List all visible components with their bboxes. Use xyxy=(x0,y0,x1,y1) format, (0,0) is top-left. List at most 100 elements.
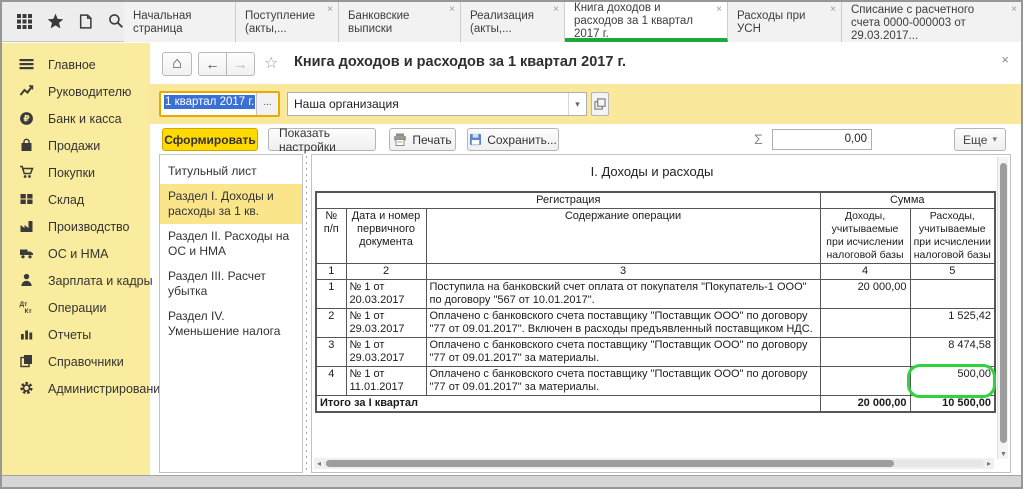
sidebar-item-operacii[interactable]: ДтКтОперации xyxy=(2,294,150,321)
cell-doc[interactable]: № 1 от 20.03.2017 xyxy=(346,280,426,309)
horizontal-scroll-thumb[interactable] xyxy=(326,460,894,467)
cell-doc[interactable]: № 1 от 29.03.2017 xyxy=(346,338,426,367)
tab-close-icon[interactable]: × xyxy=(449,5,455,15)
dtkt-icon: ДтКт xyxy=(19,300,35,315)
show-settings-button[interactable]: Показать настройки xyxy=(268,128,376,151)
sidebar-label: ОС и НМА xyxy=(48,247,108,261)
cell-content[interactable]: Поступила на банковский счет оплата от п… xyxy=(426,280,820,309)
table-row: 4 № 1 от 11.01.2017 Оплачено с банковско… xyxy=(316,367,995,396)
favorites-icon[interactable] xyxy=(47,13,64,30)
tab-close-icon[interactable]: × xyxy=(1011,5,1017,15)
col-header-content: Содержание операции xyxy=(426,209,820,264)
cell-income[interactable] xyxy=(820,309,910,338)
save-button[interactable]: Сохранить... xyxy=(467,128,559,151)
sidebar-item-otchety[interactable]: Отчеты xyxy=(2,321,150,348)
tab-close-icon[interactable]: × xyxy=(830,5,836,15)
sidebar-label: Справочники xyxy=(48,355,124,369)
cell-income[interactable] xyxy=(820,367,910,396)
scroll-left-icon[interactable]: ◂ xyxy=(314,459,324,468)
cell-num[interactable]: 1 xyxy=(316,280,346,309)
sidebar-item-prodazhi[interactable]: Продажи xyxy=(2,132,150,159)
vertical-scrollbar[interactable]: ▼ xyxy=(997,157,1008,459)
cell-income[interactable] xyxy=(820,338,910,367)
tab-bank-statements[interactable]: Банковские выписки× xyxy=(339,2,461,42)
more-button[interactable]: Еще▾ xyxy=(954,128,1006,151)
cell-content[interactable]: Оплачено с банковского счета поставщику … xyxy=(426,367,820,396)
tab-close-icon[interactable]: × xyxy=(553,5,559,15)
section-item-razdel-1[interactable]: Раздел I. Доходы и расходы за 1 кв. xyxy=(160,184,302,224)
cell-doc[interactable]: № 1 от 29.03.2017 xyxy=(346,309,426,338)
sidebar-item-os-nma[interactable]: ОС и НМА xyxy=(2,240,150,267)
income-expense-table: Регистрация Сумма № п/п Дата и номер пер… xyxy=(315,191,996,413)
cell-expense-highlighted[interactable]: 500,00 xyxy=(910,367,995,396)
generate-button[interactable]: Сформировать xyxy=(162,128,258,151)
search-icon[interactable] xyxy=(108,13,124,30)
history-icon[interactable] xyxy=(78,13,94,30)
organization-combo[interactable]: Наша организация ▾ xyxy=(287,92,587,116)
section-item-razdel-2[interactable]: Раздел II. Расходы на ОС и НМА xyxy=(160,224,302,264)
sidebar-item-glavnoe[interactable]: Главное xyxy=(2,51,150,78)
barchart-icon xyxy=(19,327,35,342)
horizontal-scroll-track[interactable] xyxy=(324,460,984,467)
vertical-scroll-thumb[interactable] xyxy=(1000,163,1007,443)
form-close-icon[interactable]: × xyxy=(1001,52,1009,67)
horizontal-scrollbar[interactable]: ◂ ▸ xyxy=(314,458,994,469)
tab-home-page[interactable]: Начальная страница xyxy=(124,2,236,42)
organization-open-button[interactable] xyxy=(591,92,609,116)
sidebar-item-administrirovanie[interactable]: Администрирование xyxy=(2,375,150,402)
tab-income-expense-book[interactable]: Книга доходов и расходов за 1 квартал 20… xyxy=(565,2,728,42)
tab-close-icon[interactable]: × xyxy=(327,5,333,15)
cell-doc[interactable]: № 1 от 11.01.2017 xyxy=(346,367,426,396)
panel-splitter[interactable] xyxy=(305,156,308,471)
totals-expense[interactable]: 10 500,00 xyxy=(910,396,995,413)
cell-num[interactable]: 3 xyxy=(316,338,346,367)
section-item-razdel-3[interactable]: Раздел III. Расчет убытка xyxy=(160,264,302,304)
totals-income[interactable]: 20 000,00 xyxy=(820,396,910,413)
tab-realizaciya[interactable]: Реализация (акты,... × xyxy=(461,2,565,42)
tab-postuplenie[interactable]: Поступление (акты,...× xyxy=(236,2,339,42)
tab-usn-expenses[interactable]: Расходы при УСН× xyxy=(728,2,842,42)
table-row: 3 № 1 от 29.03.2017 Оплачено с банковско… xyxy=(316,338,995,367)
cart-icon xyxy=(19,165,35,180)
print-button[interactable]: Печать xyxy=(389,128,456,151)
cell-content[interactable]: Оплачено с банковского счета поставщику … xyxy=(426,338,820,367)
sections-panel: Титульный лист Раздел I. Доходы и расход… xyxy=(159,154,303,473)
cell-num[interactable]: 2 xyxy=(316,309,346,338)
forward-button[interactable]: → xyxy=(226,52,255,76)
period-value: 1 квартал 2017 г. xyxy=(164,95,255,109)
totals-row: Итого за I квартал 20 000,00 10 500,00 xyxy=(316,396,995,413)
home-button[interactable]: ⌂ xyxy=(162,52,192,76)
section-item-title-page[interactable]: Титульный лист xyxy=(160,159,302,184)
sidebar-item-zarplata-kadry[interactable]: Зарплата и кадры xyxy=(2,267,150,294)
cell-expense[interactable]: 1 525,42 xyxy=(910,309,995,338)
scroll-down-icon[interactable]: ▼ xyxy=(1000,451,1007,458)
tab-close-icon[interactable]: × xyxy=(716,5,722,15)
sidebar-item-spravochniki[interactable]: Справочники xyxy=(2,348,150,375)
sidebar-label: Руководителю xyxy=(48,85,131,99)
chevron-down-icon[interactable]: ▾ xyxy=(568,93,586,115)
sidebar-item-sklad[interactable]: Склад xyxy=(2,186,150,213)
tab-label: Реализация (акты,... xyxy=(470,10,548,36)
report-header: ⌂ ← → ☆ Книга доходов и расходов за 1 кв… xyxy=(150,43,1021,84)
sidebar-item-pokupki[interactable]: Покупки xyxy=(2,159,150,186)
tab-account-writeoff[interactable]: Списание с расчетного счета 0000-000003 … xyxy=(842,2,1023,42)
sum-field[interactable]: 0,00 xyxy=(772,129,872,150)
table-row: 1 № 1 от 20.03.2017 Поступила на банковс… xyxy=(316,280,995,309)
sidebar-item-rukovoditelyu[interactable]: Руководителю xyxy=(2,78,150,105)
cell-expense[interactable]: 8 474,58 xyxy=(910,338,995,367)
cell-expense[interactable] xyxy=(910,280,995,309)
cell-num[interactable]: 4 xyxy=(316,367,346,396)
apps-menu-icon[interactable] xyxy=(16,13,33,30)
sidebar-item-bank-kassa[interactable]: ₽Банк и касса xyxy=(2,105,150,132)
sidebar-item-proizvodstvo[interactable]: Производство xyxy=(2,213,150,240)
period-picker-button[interactable]: ... xyxy=(256,93,278,115)
scroll-right-icon[interactable]: ▸ xyxy=(984,459,994,468)
cell-income[interactable]: 20 000,00 xyxy=(820,280,910,309)
back-button[interactable]: ← xyxy=(198,52,227,76)
cell-content[interactable]: Оплачено с банковского счета поставщику … xyxy=(426,309,820,338)
organization-value: Наша организация xyxy=(288,97,568,111)
period-input[interactable]: 1 квартал 2017 г. xyxy=(161,93,256,115)
section-item-razdel-4[interactable]: Раздел IV. Уменьшение налога xyxy=(160,304,302,344)
favorite-star-icon[interactable]: ☆ xyxy=(264,53,278,73)
nav-sidebar: Главное Руководителю ₽Банк и касса Прода… xyxy=(2,43,150,475)
